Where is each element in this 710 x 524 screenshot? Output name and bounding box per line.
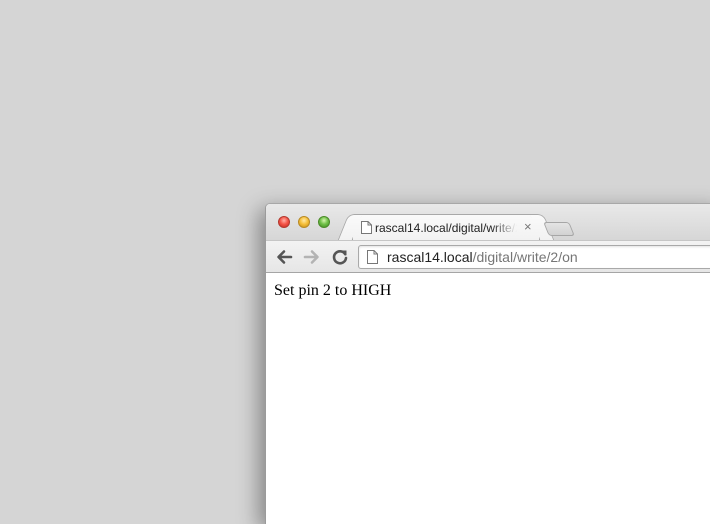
- page-icon: [361, 221, 372, 234]
- new-tab-button[interactable]: [543, 222, 575, 236]
- page-body-text: Set pin 2 to HIGH: [274, 282, 392, 299]
- address-bar-url: rascal14.local/digital/write/2/on: [387, 249, 578, 265]
- url-host: rascal14.local: [387, 249, 473, 265]
- page-content: Set pin 2 to HIGH: [266, 273, 710, 524]
- browser-window: rascal14.local/digital/write/2/on × rasc…: [265, 203, 710, 524]
- address-bar[interactable]: rascal14.local/digital/write/2/on: [358, 245, 710, 269]
- toolbar: rascal14.local/digital/write/2/on: [266, 240, 710, 273]
- window-zoom-button[interactable]: [318, 216, 330, 228]
- tab-active[interactable]: rascal14.local/digital/write/2/on ×: [352, 214, 540, 240]
- page-icon: [367, 250, 378, 264]
- tab-title: rascal14.local/digital/write/2/on: [375, 221, 517, 235]
- reload-icon[interactable]: [331, 248, 349, 266]
- tab-strip: rascal14.local/digital/write/2/on ×: [266, 204, 710, 240]
- close-icon[interactable]: ×: [524, 219, 532, 234]
- back-arrow-icon[interactable]: [275, 248, 293, 266]
- url-path: /digital/write/2/on: [472, 249, 578, 265]
- window-close-button[interactable]: [278, 216, 290, 228]
- forward-arrow-icon[interactable]: [303, 248, 321, 266]
- window-minimize-button[interactable]: [298, 216, 310, 228]
